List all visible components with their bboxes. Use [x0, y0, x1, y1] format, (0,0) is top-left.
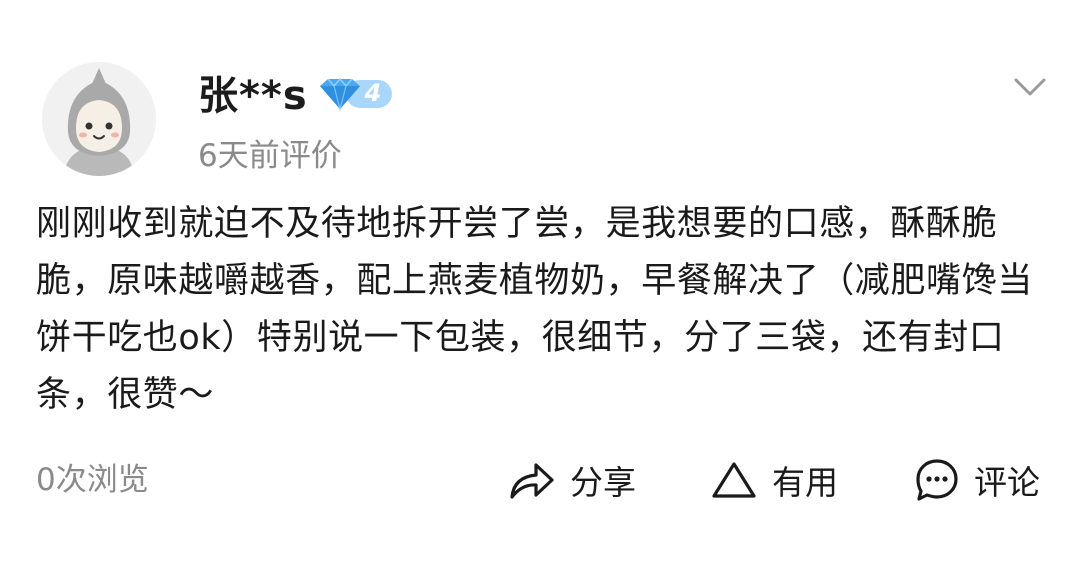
- chevron-down-icon[interactable]: [1010, 74, 1050, 102]
- cartoon-avatar-icon: [42, 62, 156, 176]
- review-text: 刚刚收到就迫不及待地拆开尝了尝，是我想要的口感，酥酥脆脆，原味越嚼越香，配上燕麦…: [36, 204, 1033, 415]
- useful-button[interactable]: 有用: [710, 452, 838, 508]
- username: 张**s: [198, 73, 308, 119]
- review-card: 张**s 4 6天前评价 刚刚收到就迫不及待地拆开尝了尝，是我想要的口感，酥酥脆…: [0, 0, 1080, 568]
- useful-label: 有用: [772, 463, 838, 502]
- comment-label: 评论: [974, 463, 1040, 502]
- share-button[interactable]: 分享: [508, 452, 636, 508]
- avatar[interactable]: [42, 62, 156, 176]
- share-label: 分享: [570, 463, 636, 502]
- triangle-icon: [712, 462, 756, 498]
- level-number: 4: [364, 79, 382, 107]
- comment-button[interactable]: 评论: [914, 452, 1040, 508]
- share-arrow-icon: [510, 463, 554, 499]
- comment-bubble-icon: [916, 459, 958, 501]
- review-time: 6天前评价: [198, 138, 342, 174]
- view-count: 0次浏览: [36, 462, 149, 498]
